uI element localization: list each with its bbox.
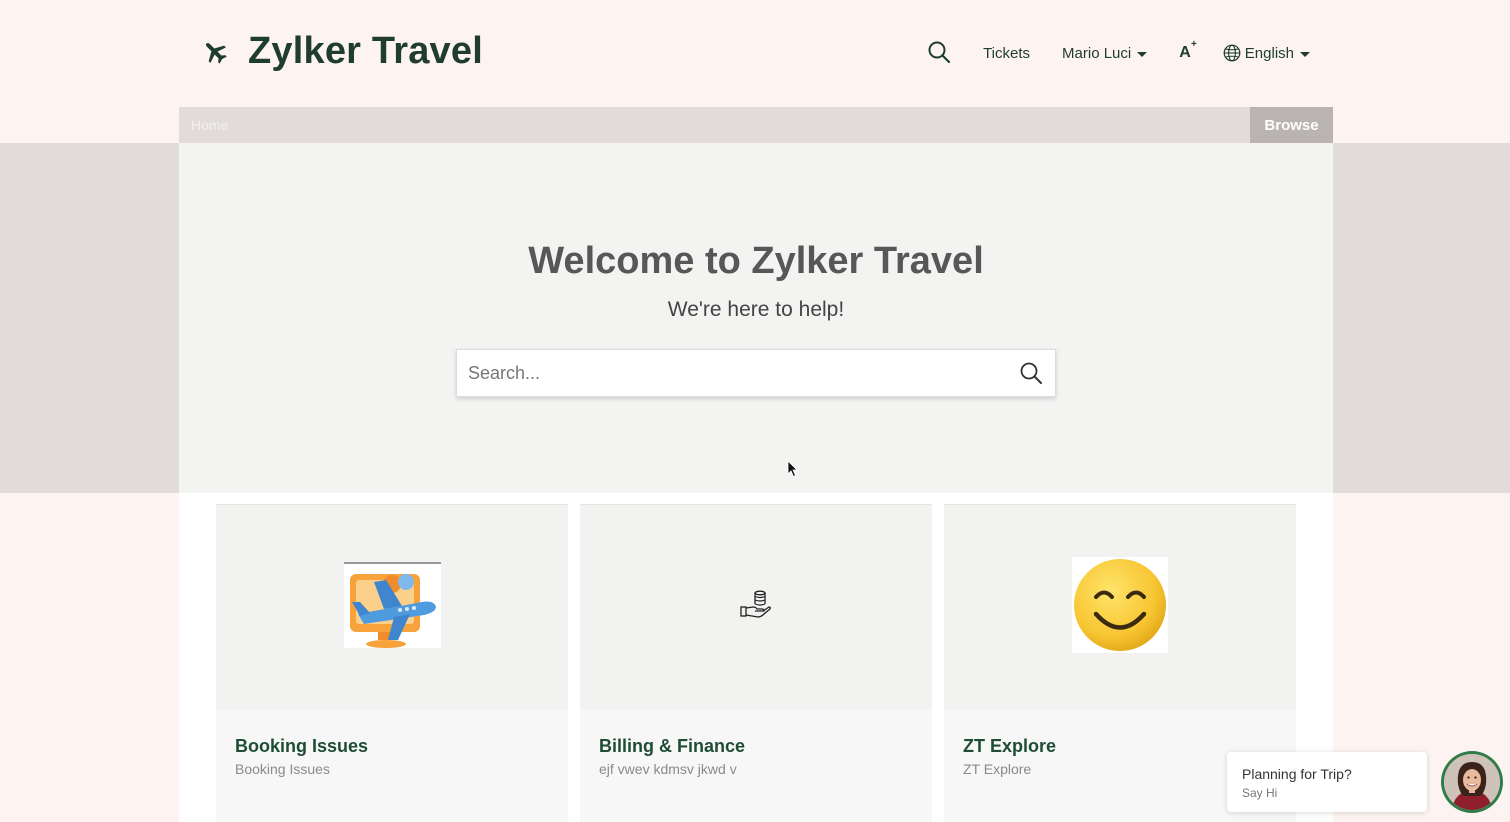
card-title[interactable]: ZT Explore bbox=[963, 736, 1056, 757]
card-title[interactable]: Billing & Finance bbox=[599, 736, 745, 757]
header: Zylker Travel Tickets Mario Luci A + Eng… bbox=[0, 0, 1510, 107]
search-icon[interactable] bbox=[927, 40, 953, 66]
chat-prompt-title: Planning for Trip? bbox=[1242, 766, 1352, 782]
page-title: Welcome to Zylker Travel bbox=[528, 240, 984, 282]
page: Zylker Travel Tickets Mario Luci A + Eng… bbox=[0, 0, 1510, 822]
category-card-billing-finance[interactable]: Billing & Finance ejf vwev kdmsv jkwd v bbox=[580, 504, 932, 822]
chevron-down-icon bbox=[1300, 51, 1310, 57]
card-body: Booking Issues Booking Issues bbox=[216, 710, 568, 822]
card-media bbox=[580, 505, 932, 710]
breadcrumb-home-link[interactable]: Home bbox=[191, 117, 228, 133]
nav-tickets-link[interactable]: Tickets bbox=[983, 45, 1030, 62]
font-size-label: A bbox=[1179, 44, 1191, 61]
category-card-booking-issues[interactable]: Booking Issues Booking Issues bbox=[216, 504, 568, 822]
mouse-cursor-icon bbox=[787, 460, 799, 478]
search-icon[interactable] bbox=[1019, 361, 1045, 387]
font-size-plus: + bbox=[1190, 39, 1197, 50]
search-input[interactable] bbox=[457, 350, 997, 396]
card-description: Booking Issues bbox=[235, 761, 330, 777]
user-name: Mario Luci bbox=[1062, 44, 1132, 62]
chevron-down-icon bbox=[1137, 51, 1148, 57]
globe-icon bbox=[1223, 44, 1241, 62]
browse-button[interactable]: Browse bbox=[1250, 107, 1333, 143]
breadcrumb: Home Browse bbox=[179, 107, 1333, 143]
page-subtitle: We're here to help! bbox=[667, 298, 845, 321]
user-menu[interactable]: Mario Luci bbox=[1062, 44, 1148, 62]
language-label: English bbox=[1244, 44, 1294, 62]
chat-launcher-avatar[interactable] bbox=[1441, 751, 1503, 813]
airplane-monitor-icon bbox=[343, 562, 441, 653]
font-size-toggle[interactable]: A + bbox=[1179, 39, 1197, 62]
avatar bbox=[1444, 754, 1500, 810]
chat-prompt-bubble[interactable]: Planning for Trip? Say Hi bbox=[1227, 752, 1427, 812]
search-bar bbox=[456, 349, 1056, 397]
brand-name: Zylker Travel bbox=[248, 30, 483, 72]
card-media bbox=[216, 505, 568, 710]
card-body: Billing & Finance ejf vwev kdmsv jkwd v bbox=[580, 710, 932, 822]
language-menu[interactable]: English bbox=[1223, 44, 1310, 62]
card-media bbox=[944, 505, 1296, 710]
top-nav: Tickets Mario Luci A + English bbox=[927, 38, 1310, 68]
card-description: ejf vwev kdmsv jkwd v bbox=[599, 761, 737, 777]
hero: Welcome to Zylker Travel We're here to h… bbox=[179, 143, 1333, 493]
coins-hand-icon bbox=[739, 589, 773, 626]
card-description: ZT Explore bbox=[963, 761, 1032, 777]
card-title[interactable]: Booking Issues bbox=[235, 736, 368, 757]
airplane-icon bbox=[198, 35, 232, 69]
smiley-icon bbox=[1072, 557, 1168, 658]
brand-logo[interactable]: Zylker Travel bbox=[198, 30, 483, 73]
chat-prompt-subtitle: Say Hi bbox=[1242, 786, 1278, 800]
